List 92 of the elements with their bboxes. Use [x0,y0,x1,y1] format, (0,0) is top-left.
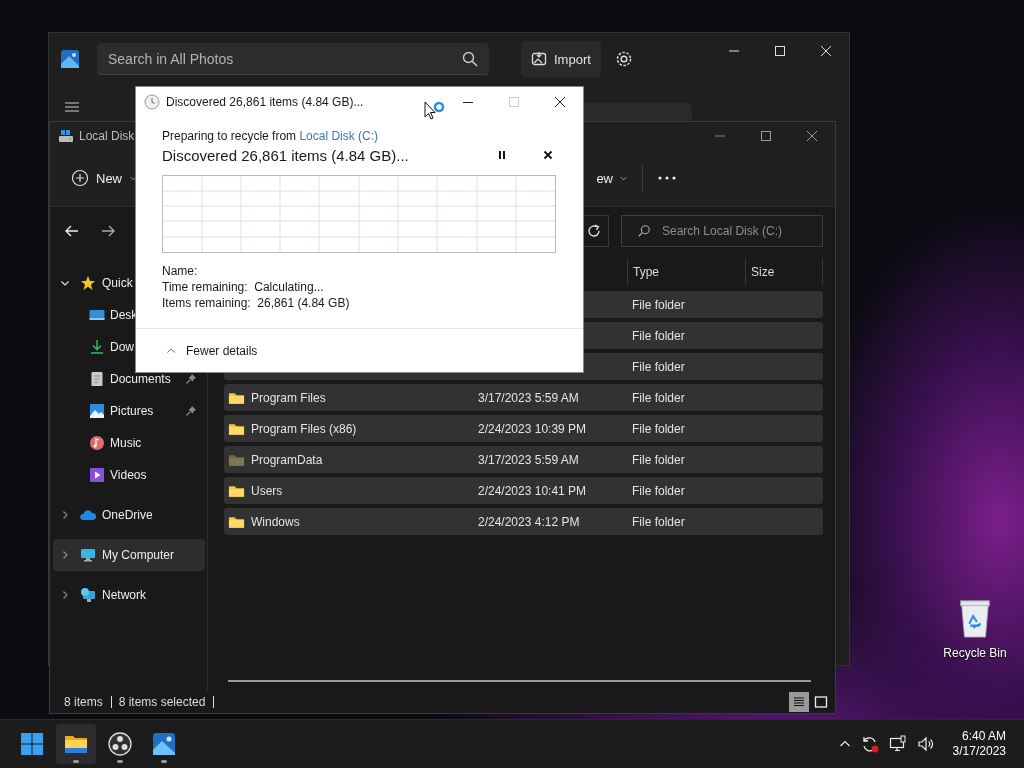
plus-icon [71,169,89,187]
date-modified: 2/24/2023 10:41 PM [478,483,587,498]
sidebar-item[interactable]: Network [53,579,205,611]
more-icon[interactable] [657,175,677,181]
fewer-details-button[interactable]: Fewer details [166,343,258,358]
sidebar-item[interactable]: Music [53,427,205,459]
forward-icon[interactable] [100,223,116,239]
sync-icon[interactable] [860,735,879,753]
photos-icon [152,732,176,756]
file-row[interactable]: Windows 2/24/2023 4:12 PM File folder [224,508,823,535]
window-title: Local Disk [79,129,135,143]
music-icon [89,435,105,451]
maximize-icon [509,97,519,107]
search-field[interactable]: Search in All Photos [97,43,489,75]
file-name: Program Files [251,390,326,405]
sidebar-item[interactable]: My Computer [53,539,205,571]
photos-icon[interactable] [60,49,80,69]
document-icon [89,371,105,387]
file-name: ProgramData [251,452,323,467]
volume-icon[interactable] [916,735,935,753]
cloud-icon [80,507,96,523]
detail-text: Name: [162,263,199,279]
chevron-icon [60,550,70,560]
file-type: File folder [632,297,685,312]
date-modified: 3/17/2023 5:59 AM [478,390,579,405]
column-header[interactable]: Size [745,259,823,284]
file-row[interactable]: Program Files 3/17/2023 5:59 AM File folder [224,384,823,411]
picture-icon [89,403,105,419]
file-type: File folder [632,359,685,374]
file-type: File folder [632,452,685,467]
clock-icon [144,94,160,110]
detail-text: Items remaining: 26,861 (4.84 GB) [162,295,351,311]
column-header[interactable]: Type [627,259,745,284]
menu-icon[interactable] [64,99,80,115]
desktop-icon-label[interactable]: Recycle Bin [943,646,1007,660]
pause-icon[interactable] [496,149,508,161]
source-text: Preparing to recycle from Local Disk (C:) [162,128,380,144]
network-icon [80,587,96,603]
chevron-icon [166,345,176,356]
sidebar-item[interactable]: OneDrive [53,499,205,531]
progress-heading: Discovered 26,861 items (4.84 GB)... [162,146,410,164]
monitor-icon [89,307,105,323]
source-link[interactable]: Local Disk (C:) [299,129,379,143]
file-type: File folder [632,483,685,498]
file-type: File folder [632,514,685,529]
image-icon [531,51,547,67]
file-type: File folder [632,390,685,405]
settings-icon[interactable] [614,50,633,68]
file-row[interactable]: ProgramData 3/17/2023 5:59 AM File folder [224,446,823,473]
file-type: File folder [632,421,685,436]
sidebar-item[interactable]: Documents [53,363,205,395]
date-modified: 3/17/2023 5:59 AM [478,452,579,467]
close-icon[interactable] [555,97,565,107]
taskbar-button[interactable] [56,724,96,764]
start-icon [20,732,44,756]
import-button[interactable]: Import [521,41,601,77]
file-name: Windows [251,514,300,529]
menu-button[interactable]: ew [592,161,636,195]
search-icon [637,224,651,238]
monitor-icon [80,547,96,563]
date-modified: 2/24/2023 4:12 PM [478,514,580,529]
file-row[interactable]: Program Files (x86) 2/24/2023 10:39 PM File folder [224,415,823,442]
network-icon[interactable] [888,735,907,753]
status-text: 8 items selected [118,696,215,708]
file-name: Program Files (x86) [251,421,357,436]
sidebar-item[interactable]: Pictures [53,395,205,427]
chevron-icon [60,590,70,600]
star-icon [80,275,96,291]
chevron-icon [60,278,70,288]
refresh-icon [585,223,602,239]
sidebar-item[interactable]: Videos [53,459,205,491]
back-icon[interactable] [64,223,80,239]
file-type: File folder [632,328,685,343]
detail-text: Time remaining: Calculating... [162,279,325,295]
status-text: 8 items [64,696,112,708]
clock-time[interactable]: 6:40 AM [961,729,1006,744]
clock-date[interactable]: 3/17/2023 [952,744,1006,759]
file-row[interactable]: Users 2/24/2023 10:41 PM File folder [224,477,823,504]
details-view-button[interactable] [789,692,809,712]
search-field[interactable]: Search Local Disk (C:) [621,215,823,247]
list-icon [792,695,806,709]
circle-app-icon [108,732,132,756]
cancel-icon[interactable] [542,149,554,161]
square-icon [814,695,828,709]
date-modified: 2/24/2023 10:39 PM [478,421,587,436]
search-icon [462,51,478,67]
video-icon [89,467,105,483]
chevron-icon [60,510,70,520]
file-name: Users [251,483,283,498]
download-icon [89,339,105,355]
drive-icon [58,128,74,144]
dialog-title: Discovered 26,861 items (4.84 GB)... [166,95,364,109]
